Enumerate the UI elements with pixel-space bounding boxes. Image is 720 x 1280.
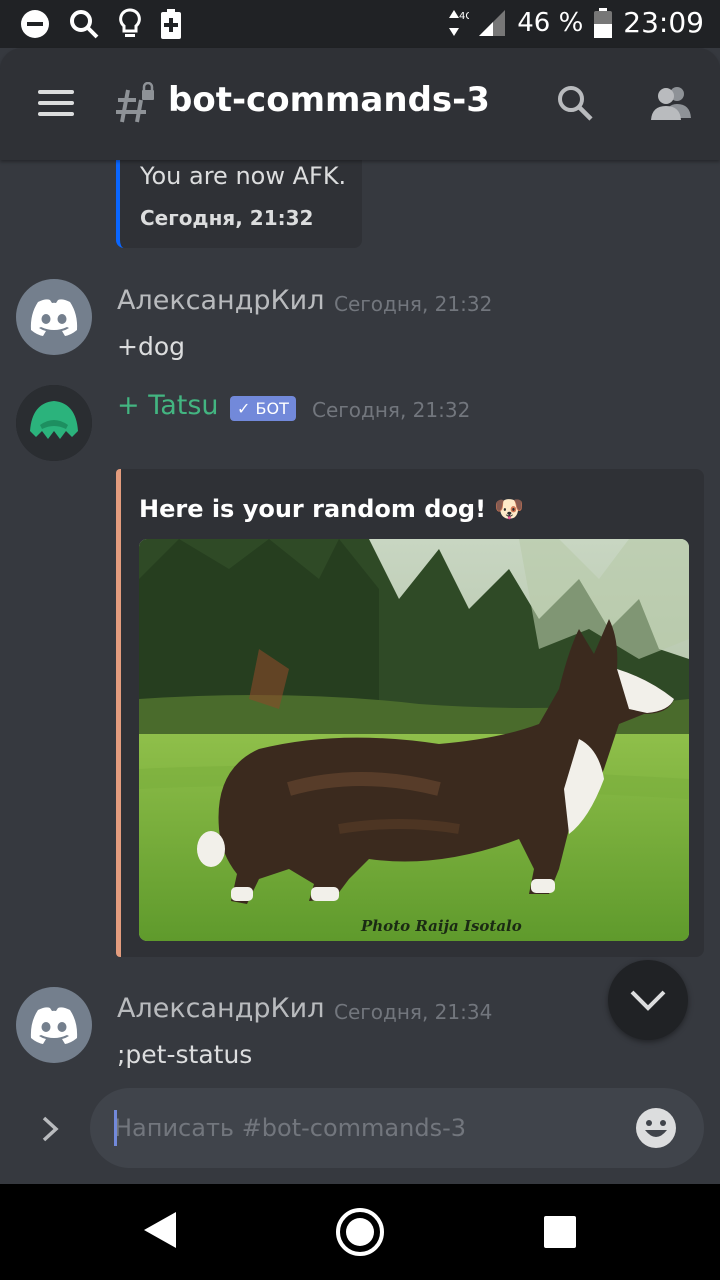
message-timestamp: Сегодня, 21:34: [334, 1000, 493, 1024]
search-icon: [70, 10, 99, 39]
lightbulb-icon: [119, 8, 141, 37]
channel-header: bot-commands-3: [0, 48, 720, 160]
signal-icon: [479, 9, 506, 36]
menu-button[interactable]: [38, 90, 74, 116]
text-caret: [114, 1110, 117, 1146]
chevron-right-icon[interactable]: [34, 1114, 64, 1144]
afk-embed-text: You are now AFK.: [140, 162, 347, 190]
tatsu-avatar-icon: [16, 385, 92, 461]
dog-embed: Here is your random dog! 🐶 Photo Raija I…: [116, 469, 704, 957]
message-text: ;pet-status: [117, 1040, 253, 1069]
afk-embed-timestamp: Сегодня, 21:32: [140, 206, 314, 230]
bot-tag: ✓ БОТ: [230, 396, 296, 421]
scroll-to-bottom-button[interactable]: [608, 960, 688, 1040]
locked-channel-hash-icon: [116, 82, 154, 123]
afk-embed: You are now AFK. Сегодня, 21:32: [116, 160, 362, 248]
chevron-down-icon: [630, 990, 666, 1011]
network-type: 4G: [459, 11, 469, 22]
message-author[interactable]: АлександрКил: [117, 993, 324, 1024]
message-input[interactable]: [90, 1088, 704, 1168]
composer: [0, 1080, 720, 1184]
status-bar: 4G 46 % 23:09: [0, 0, 720, 48]
message-author[interactable]: АлександрКил: [117, 285, 324, 316]
emoji-icon[interactable]: [634, 1106, 678, 1150]
home-icon[interactable]: [336, 1208, 384, 1256]
battery-percent: 46 %: [517, 7, 584, 38]
system-nav-bar: [0, 1184, 720, 1280]
discord-logo-icon: [30, 1007, 78, 1044]
avatar[interactable]: [16, 279, 92, 355]
channel-title: bot-commands-3: [168, 80, 490, 120]
battery-icon: [594, 7, 613, 38]
discord-logo-icon: [30, 299, 78, 336]
embed-title: Here is your random dog! 🐶: [139, 495, 525, 523]
message-timestamp: Сегодня, 21:32: [312, 398, 471, 422]
bot-author[interactable]: + Tatsu: [117, 390, 219, 421]
message-text: +dog: [117, 332, 185, 361]
data-arrows-icon: 4G: [449, 9, 469, 36]
dog-photo[interactable]: Photo Raija Isotalo: [139, 539, 689, 941]
search-icon[interactable]: [556, 84, 594, 122]
dog-photo-illustration: [139, 539, 689, 941]
message-timestamp: Сегодня, 21:32: [334, 292, 493, 316]
back-icon[interactable]: [142, 1210, 178, 1250]
avatar[interactable]: [16, 987, 92, 1063]
battery-saver-icon: [161, 9, 181, 39]
members-icon[interactable]: [650, 84, 692, 122]
message-list[interactable]: You are now AFK. Сегодня, 21:32 Александ…: [0, 160, 720, 1080]
photo-credit: Photo Raija Isotalo: [361, 917, 522, 935]
do-not-disturb-icon: [21, 10, 49, 38]
avatar[interactable]: [16, 385, 92, 461]
clock: 23:09: [623, 6, 704, 39]
recents-icon[interactable]: [544, 1216, 576, 1248]
